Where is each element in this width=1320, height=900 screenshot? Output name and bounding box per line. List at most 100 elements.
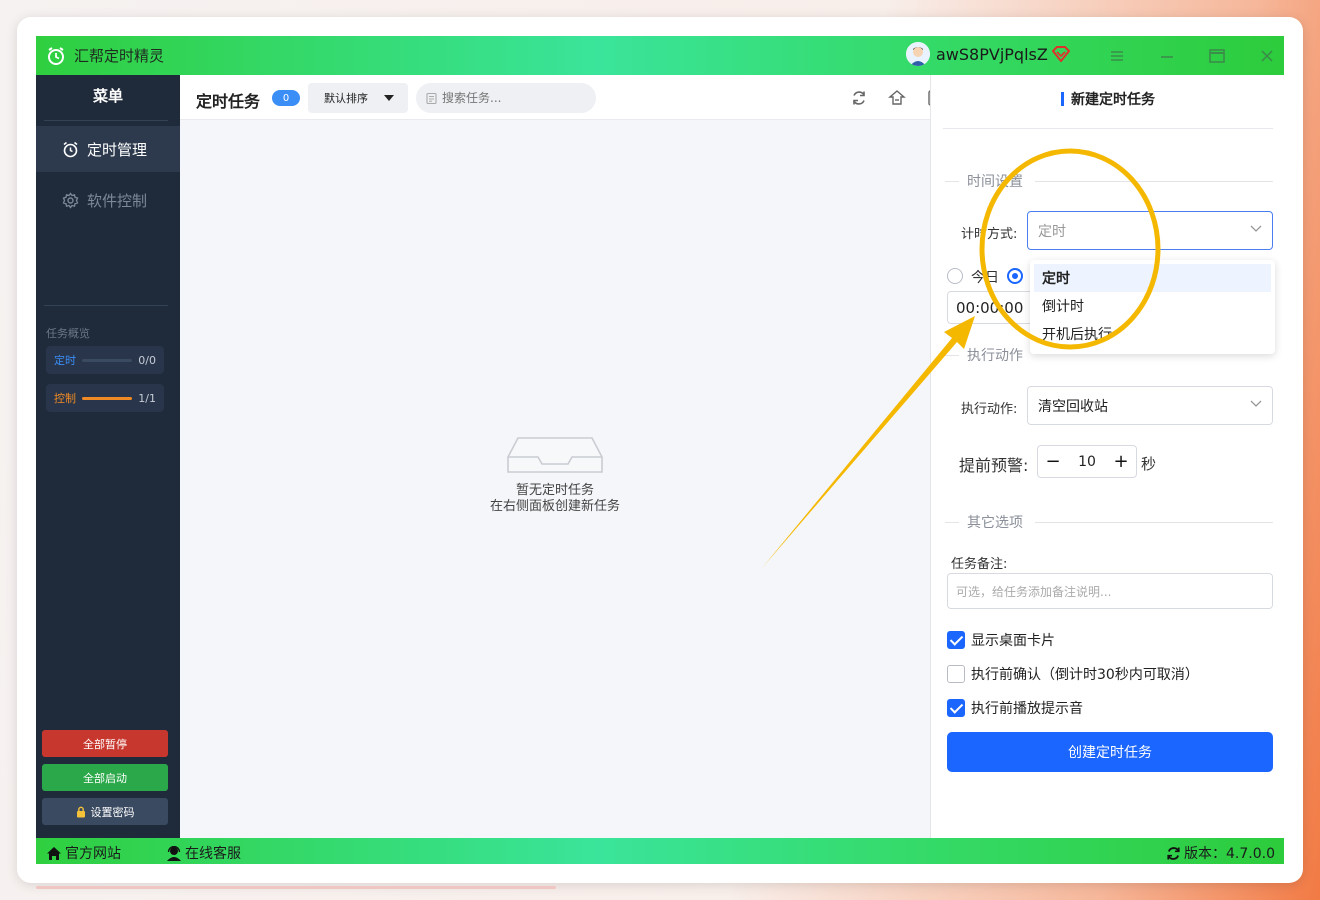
overview-card-label: 控制 bbox=[54, 392, 76, 405]
section-time-settings: 时间设置 bbox=[945, 171, 1273, 191]
action-value: 清空回收站 bbox=[1038, 398, 1108, 415]
checkbox-label: 显示桌面卡片 bbox=[971, 633, 1055, 649]
sidebar: 菜单 定时管理 软件控制 任务概览 定时 0/0 控制 1/1 全部暂停 全部启… bbox=[36, 75, 180, 838]
chevron-down-icon bbox=[1250, 225, 1262, 232]
username: awS8PVjPqlsZ bbox=[936, 44, 1048, 64]
refresh-icon[interactable] bbox=[850, 89, 868, 107]
clear-icon[interactable] bbox=[888, 89, 906, 107]
sync-icon bbox=[1167, 846, 1180, 860]
pause-all-button[interactable]: 全部暂停 bbox=[42, 730, 168, 757]
lock-icon bbox=[76, 806, 85, 817]
menu-title: 菜单 bbox=[92, 87, 123, 105]
menu-icon[interactable] bbox=[1106, 45, 1128, 67]
panel-title-text: 新建定时任务 bbox=[1071, 92, 1155, 108]
empty-state: 暂无定时任务 在右侧面板创建新任务 bbox=[180, 435, 930, 515]
sidebar-item-timer-management[interactable]: 定时管理 bbox=[36, 126, 180, 172]
sidebar-divider bbox=[44, 120, 168, 121]
option-countdown[interactable]: 倒计时 bbox=[1034, 292, 1271, 320]
section-label: 时间设置 bbox=[967, 174, 1023, 190]
section-other-options: 其它选项 bbox=[945, 512, 1273, 532]
set-password-button[interactable]: 设置密码 bbox=[42, 798, 168, 825]
create-task-button[interactable]: 创建定时任务 bbox=[947, 732, 1273, 772]
action-label: 执行动作: bbox=[961, 402, 1018, 417]
overview-card-label: 定时 bbox=[54, 354, 76, 367]
website-link[interactable]: 官方网站 bbox=[46, 843, 121, 863]
panel-title: 新建定时任务 bbox=[931, 89, 1284, 109]
alarm-clock-icon bbox=[63, 141, 78, 157]
panel-divider bbox=[943, 128, 1273, 129]
start-all-button[interactable]: 全部启动 bbox=[42, 764, 168, 791]
checkbox-show-desktop-card[interactable] bbox=[947, 631, 965, 649]
overview-card-count: 1/1 bbox=[138, 391, 156, 405]
overview-timer-card: 定时 0/0 bbox=[46, 346, 164, 374]
radio-today-label: 今日 bbox=[971, 270, 999, 286]
avatar[interactable] bbox=[906, 42, 930, 66]
sidebar-item-software-control[interactable]: 软件控制 bbox=[36, 177, 180, 223]
empty-state-title: 暂无定时任务 bbox=[515, 483, 594, 498]
warn-unit: 秒 bbox=[1141, 455, 1157, 473]
option-scheduled[interactable]: 定时 bbox=[1034, 264, 1271, 292]
action-select[interactable]: 清空回收站 bbox=[1027, 386, 1273, 425]
alarm-clock-icon bbox=[48, 46, 64, 65]
timing-mode-value: 定时 bbox=[1038, 223, 1066, 240]
warn-stepper: − 10 + bbox=[1037, 445, 1137, 478]
sort-dropdown[interactable]: 默认排序 bbox=[308, 83, 408, 113]
search-input[interactable] bbox=[442, 91, 582, 105]
checkbox-label: 执行前确认（倒计时30秒内可取消） bbox=[971, 667, 1199, 683]
app-title: 汇帮定时精灵 bbox=[74, 47, 165, 65]
clipboard-icon bbox=[426, 92, 437, 104]
note-label: 任务备注: bbox=[951, 557, 1008, 572]
sidebar-item-label: 软件控制 bbox=[87, 191, 148, 210]
section-action: 执行动作 bbox=[945, 345, 1273, 365]
window-reflection bbox=[36, 886, 556, 889]
minimize-icon[interactable] bbox=[1156, 45, 1178, 67]
checkbox-play-sound[interactable] bbox=[947, 699, 965, 717]
checkbox-label: 执行前播放提示音 bbox=[971, 701, 1083, 717]
radio-today[interactable] bbox=[947, 268, 963, 284]
time-value: 00:00:00 bbox=[956, 298, 1024, 317]
timing-mode-select[interactable]: 定时 bbox=[1027, 211, 1273, 250]
timing-mode-dropdown: 定时 倒计时 开机后执行 bbox=[1030, 260, 1275, 354]
section-label: 其它选项 bbox=[967, 515, 1023, 531]
sort-label: 默认排序 bbox=[324, 92, 368, 105]
task-list-area: 定时任务 0 默认排序 搜索任务... 暂无定时任务 在右侧面板创建新任务 bbox=[180, 75, 942, 838]
version-info: 版本：4.7.0.0 bbox=[1166, 843, 1275, 863]
checkbox-confirm-before-exec[interactable] bbox=[947, 665, 965, 683]
set-password-label: 设置密码 bbox=[90, 805, 135, 819]
timing-mode-label: 计时方式: bbox=[961, 227, 1018, 242]
note-placeholder: 可选，给任务添加备注说明... bbox=[956, 584, 1112, 599]
app-window: 汇帮定时精灵 awS8PVjPqlsZ 菜单 定时管理 软件控制 任务概览 定时… bbox=[36, 36, 1284, 864]
close-icon[interactable] bbox=[1256, 45, 1278, 67]
support-link[interactable]: 在线客服 bbox=[166, 843, 241, 863]
caret-down-icon bbox=[384, 95, 394, 101]
overview-progress-bar bbox=[82, 396, 133, 400]
increment-button[interactable]: + bbox=[1106, 451, 1136, 472]
overview-control-card: 控制 1/1 bbox=[46, 384, 164, 412]
empty-state-hint: 在右侧面板创建新任务 bbox=[489, 499, 620, 514]
version-label: 版本：4.7.0.0 bbox=[1184, 846, 1275, 862]
user-profile[interactable]: awS8PVjPqlsZ bbox=[906, 42, 1070, 66]
decrement-button[interactable]: − bbox=[1038, 451, 1068, 472]
note-input[interactable]: 可选，给任务添加备注说明... bbox=[947, 573, 1273, 609]
task-count-badge: 0 bbox=[272, 90, 300, 106]
warn-value[interactable]: 10 bbox=[1068, 454, 1106, 470]
warn-label: 提前预警: bbox=[959, 456, 1029, 475]
search-box[interactable] bbox=[416, 83, 596, 113]
title-accent-bar bbox=[1061, 92, 1064, 106]
radio-specified-date[interactable] bbox=[1007, 268, 1023, 284]
option-after-boot[interactable]: 开机后执行 bbox=[1034, 320, 1271, 348]
chevron-down-icon bbox=[1250, 400, 1262, 407]
overview-label: 任务概览 bbox=[46, 327, 90, 340]
task-toolbar: 定时任务 0 默认排序 bbox=[180, 75, 942, 120]
gear-icon bbox=[62, 191, 79, 209]
website-label: 官方网站 bbox=[65, 846, 121, 862]
time-input[interactable]: 00:00:00 bbox=[947, 291, 1037, 324]
support-label: 在线客服 bbox=[185, 846, 241, 862]
new-task-panel: 新建定时任务 时间设置 计时方式: 定时 今日 00:00:00 定时 倒计时 … bbox=[930, 75, 1284, 838]
overview-card-count: 0/0 bbox=[138, 353, 156, 367]
maximize-icon[interactable] bbox=[1206, 45, 1228, 67]
sidebar-divider bbox=[44, 305, 168, 306]
overview-progress-bar bbox=[82, 358, 133, 362]
home-icon bbox=[47, 846, 61, 860]
section-label: 执行动作 bbox=[967, 348, 1023, 364]
